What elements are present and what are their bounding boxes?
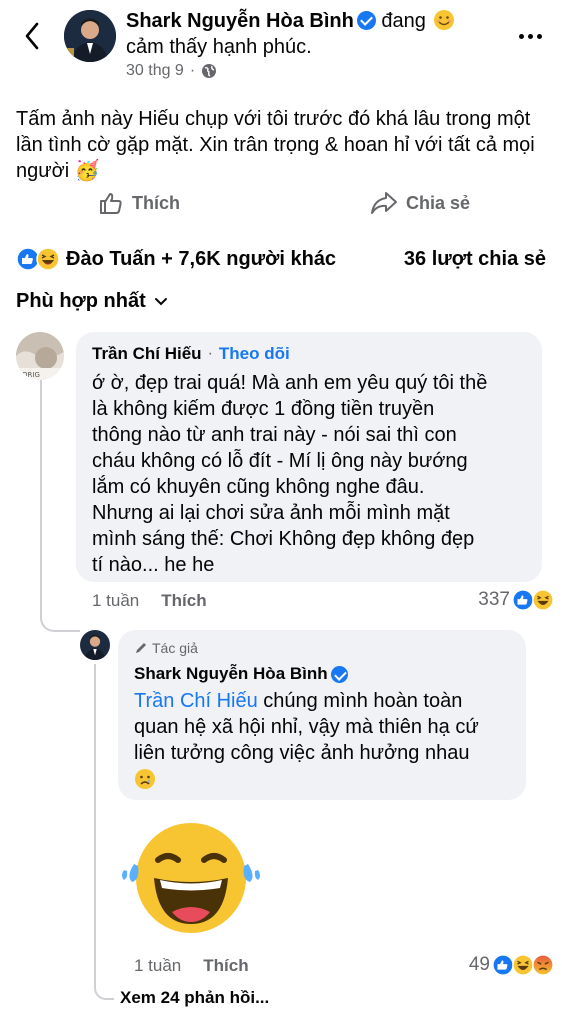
like-label: Thích <box>132 192 180 213</box>
post-body: Tấm ảnh này Hiếu chụp với tôi trước đó k… <box>16 108 535 182</box>
reactions-text: Đào Tuấn + 7,6K người khác <box>66 247 337 270</box>
chevron-left-icon <box>25 22 39 50</box>
mention-link[interactable]: Trần Chí Hiếu <box>134 690 258 712</box>
thumbs-up-icon <box>100 193 122 214</box>
comment-line: là không kiếm được 1 đồng tiền truyền <box>92 398 435 420</box>
reply-thread-connector <box>94 664 114 1000</box>
pencil-icon <box>136 643 146 653</box>
meta-separator: · <box>189 62 196 79</box>
crying-face-icon <box>135 769 155 789</box>
post-meta: 30 thg 9 · <box>126 62 217 80</box>
share-arrow-icon <box>371 192 397 214</box>
smiling-face-icon <box>434 10 455 30</box>
like-reaction-icon <box>492 954 514 976</box>
author-name[interactable]: Shark Nguyễn Hòa Bình <box>126 10 354 32</box>
haha-reaction-icon <box>36 247 60 271</box>
post-header: Shark Nguyễn Hòa Bình đang cảm thấy hạnh… <box>0 0 562 90</box>
reply-line: quan hệ xã hội nhỉ, vậy mà thiên hạ cứ <box>134 716 479 738</box>
shares-count[interactable]: 36 lượt chia sẻ <box>404 248 546 271</box>
comment-line: Nhưng ai lại chơi sửa ảnh mỗi mình mặt <box>92 502 450 524</box>
reply-time[interactable]: 1 tuần <box>134 956 181 976</box>
comment-reactions[interactable]: 337 <box>478 589 554 611</box>
angry-reaction-icon <box>532 954 554 976</box>
post-actions: Thích Chia sẻ <box>0 190 562 224</box>
laughing-emoji-icon <box>122 823 260 933</box>
name-separator: · <box>207 345 213 362</box>
comment-text: ớ ờ, đẹp trai quá! Mà anh em yêu quý tôi… <box>92 370 538 578</box>
comment-like-button[interactable]: Thích <box>161 591 206 611</box>
reaction-count: 337 <box>478 589 510 610</box>
comment-line: lắm có khuyên cũng không nghe đâu. <box>92 476 425 498</box>
reply-line: liên tưởng công việc ảnh hưởng nhau <box>134 742 470 764</box>
like-button[interactable]: Thích <box>98 190 180 216</box>
author-avatar[interactable] <box>64 10 116 62</box>
comment-line: thông nào từ anh trai này - nói sai thì … <box>92 424 457 446</box>
follow-button[interactable]: Theo dõi <box>219 344 290 364</box>
post-timestamp[interactable]: 30 thg 9 <box>126 62 184 80</box>
more-options-button[interactable] <box>516 28 544 44</box>
comment-sort-dropdown[interactable]: Phù hợp nhất <box>16 290 168 313</box>
share-button[interactable]: Chia sẻ <box>370 190 470 216</box>
view-more-replies-link[interactable]: Xem 24 phản hồi... <box>120 988 269 1008</box>
comment-time[interactable]: 1 tuần <box>92 591 139 611</box>
thread-connector <box>40 380 80 632</box>
reply-meta: 1 tuần Thích <box>134 956 249 976</box>
dot-icon <box>536 33 542 39</box>
reaction-count: 49 <box>468 954 490 975</box>
comment-line: mình sáng thế: Chơi Không đẹp không đẹp <box>92 528 475 550</box>
share-label: Chia sẻ <box>406 192 471 213</box>
post-stats: Đào Tuấn + 7,6K người khác 36 lượt chia … <box>16 244 546 274</box>
feeling-text: cảm thấy hạnh phúc. <box>126 36 312 58</box>
reply-text: Trần Chí Hiếu chúng mình hoàn toàn quan … <box>134 688 524 797</box>
haha-reaction-icon <box>532 589 554 611</box>
feeling-prefix: đang <box>381 10 426 32</box>
like-reaction-icon <box>512 589 534 611</box>
comment-line: cháu không có lỗ đít - Mí lị ông này bướ… <box>92 450 468 472</box>
reply-author-name[interactable]: Shark Nguyễn Hòa Bình <box>134 664 328 684</box>
reply-line: chúng mình hoàn toàn <box>257 690 463 712</box>
reply-reactions[interactable]: 49 <box>469 954 554 976</box>
reply-like-button[interactable]: Thích <box>203 956 248 976</box>
reply-bubble: Tác giả Shark Nguyễn Hòa Bình Trần Chí H… <box>118 630 526 800</box>
verified-badge-icon <box>330 665 348 683</box>
laughing-sticker <box>118 820 264 936</box>
dot-icon <box>527 33 533 39</box>
haha-reaction-icon <box>512 954 534 976</box>
author-tag-label: Tác giả <box>152 640 198 656</box>
commenter-name[interactable]: Trần Chí Hiếu <box>92 344 202 364</box>
reply-author-avatar[interactable] <box>80 630 110 660</box>
comment-header: Trần Chí Hiếu · Theo dõi <box>92 344 290 364</box>
back-button[interactable] <box>18 20 46 52</box>
author-tag: Tác giả <box>134 640 198 656</box>
reactions-summary[interactable]: Đào Tuấn + 7,6K người khác <box>16 247 336 271</box>
sort-label: Phù hợp nhất <box>16 290 146 312</box>
comment-bubble: Trần Chí Hiếu · Theo dõi ớ ờ, đẹp trai q… <box>76 332 542 582</box>
verified-badge-icon <box>356 11 376 30</box>
author-line: Shark Nguyễn Hòa Bình đang cảm thấy hạnh… <box>126 8 492 60</box>
commenter-avatar[interactable]: ORIG <box>16 332 64 380</box>
comment-line: tí nào... he he <box>92 554 215 576</box>
chevron-down-icon <box>154 297 167 305</box>
comment-line: ớ ờ, đẹp trai quá! Mà anh em yêu quý tôi… <box>92 372 488 394</box>
dot-icon <box>518 33 524 39</box>
avatar-text: ORIG <box>22 371 40 379</box>
comment-meta: 1 tuần Thích <box>92 591 207 611</box>
reply-header: Shark Nguyễn Hòa Bình <box>134 664 348 684</box>
globe-icon <box>202 64 217 78</box>
